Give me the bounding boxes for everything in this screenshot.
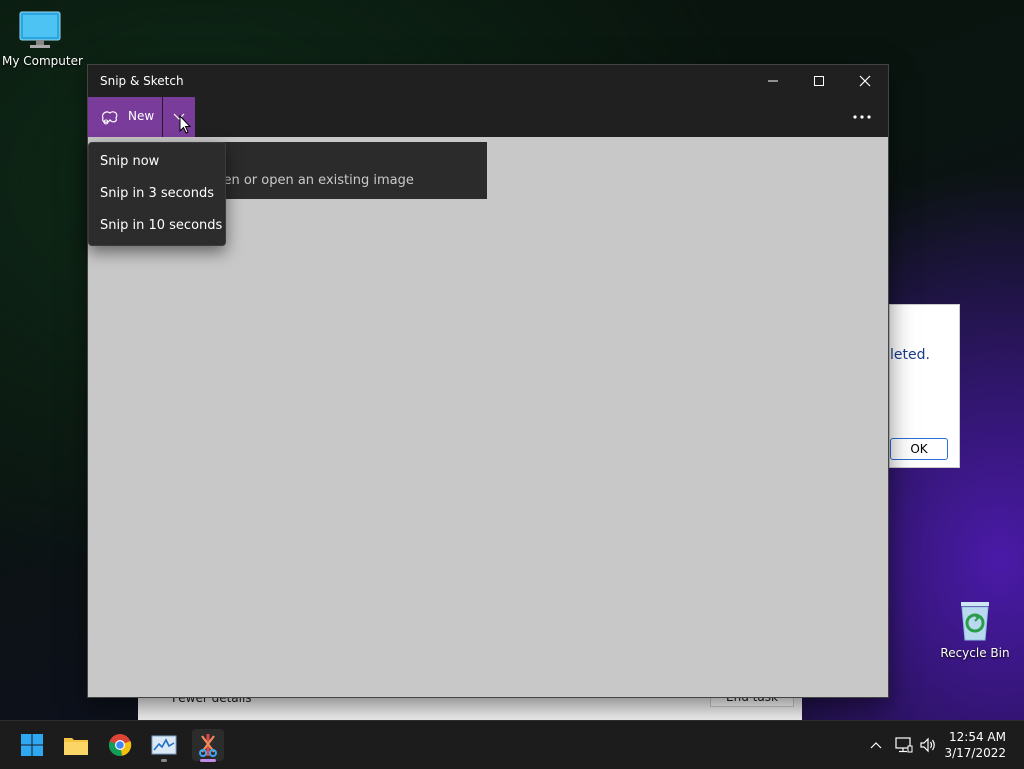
windows-start-icon	[21, 734, 43, 756]
menu-item-snip-now[interactable]: Snip now	[89, 145, 225, 177]
monitor-icon	[19, 11, 61, 48]
desktop-icon-recycle-bin[interactable]: Recycle Bin	[940, 598, 1010, 660]
menu-item-snip-3-seconds[interactable]: Snip in 3 seconds	[89, 177, 225, 209]
active-indicator	[200, 759, 216, 762]
minimize-button[interactable]	[750, 65, 796, 97]
chevron-up-icon	[870, 742, 882, 749]
dialog-message: leted.	[890, 347, 930, 363]
taskbar-task-manager[interactable]	[148, 729, 180, 762]
new-button-label: New	[128, 109, 155, 123]
volume-button[interactable]	[916, 721, 940, 769]
desktop-icon-label: Recycle Bin	[940, 646, 1010, 660]
menu-item-label: Snip in 10 seconds	[100, 218, 223, 233]
folder-icon	[64, 738, 88, 755]
taskbar: 12:54 AM 3/17/2022	[0, 720, 1024, 769]
running-indicator	[161, 759, 167, 762]
clock-time: 12:54 AM	[949, 730, 1006, 744]
menu-item-label: Snip in 3 seconds	[100, 186, 215, 201]
close-button[interactable]	[842, 65, 888, 97]
toolbar: New	[88, 97, 888, 137]
taskbar-file-explorer[interactable]	[60, 729, 92, 761]
start-button[interactable]	[16, 729, 48, 761]
chrome-icon	[108, 734, 132, 756]
volume-icon	[920, 737, 935, 753]
snip-options-menu: Snip now Snip in 3 seconds Snip in 10 se…	[88, 142, 226, 246]
title-bar[interactable]: Snip & Sketch	[88, 65, 888, 97]
close-icon	[859, 75, 871, 87]
taskbar-chrome[interactable]	[104, 729, 136, 761]
new-snip-button[interactable]: New	[88, 97, 162, 137]
system-clock[interactable]: 12:54 AM 3/17/2022	[944, 729, 1006, 761]
snip-sketch-icon	[199, 734, 217, 757]
maximize-button[interactable]	[796, 65, 842, 97]
network-button[interactable]	[892, 721, 916, 769]
snip-new-icon	[101, 111, 118, 125]
desktop-icon-label: My Computer	[2, 54, 83, 68]
clock-date: 3/17/2022	[944, 746, 1006, 760]
minimize-icon	[768, 80, 778, 82]
desktop-icon-my-computer[interactable]: My Computer	[2, 10, 83, 68]
mouse-cursor-icon	[179, 115, 191, 134]
more-icon	[853, 115, 871, 119]
background-message-dialog: leted. OK	[889, 304, 960, 468]
maximize-icon	[814, 76, 824, 86]
window-title: Snip & Sketch	[100, 74, 184, 88]
menu-item-snip-10-seconds[interactable]: Snip in 10 seconds	[89, 209, 225, 241]
getting-started-hint: r screen or open an existing image	[187, 142, 487, 199]
show-hidden-icons-button[interactable]	[864, 721, 888, 769]
taskbar-snip-sketch[interactable]	[192, 729, 224, 762]
more-options-button[interactable]	[842, 97, 882, 137]
recycle-bin-icon	[961, 602, 989, 641]
network-icon	[895, 737, 913, 753]
task-manager-icon	[151, 735, 177, 755]
menu-item-label: Snip now	[100, 154, 160, 169]
ok-button[interactable]: OK	[890, 438, 948, 460]
